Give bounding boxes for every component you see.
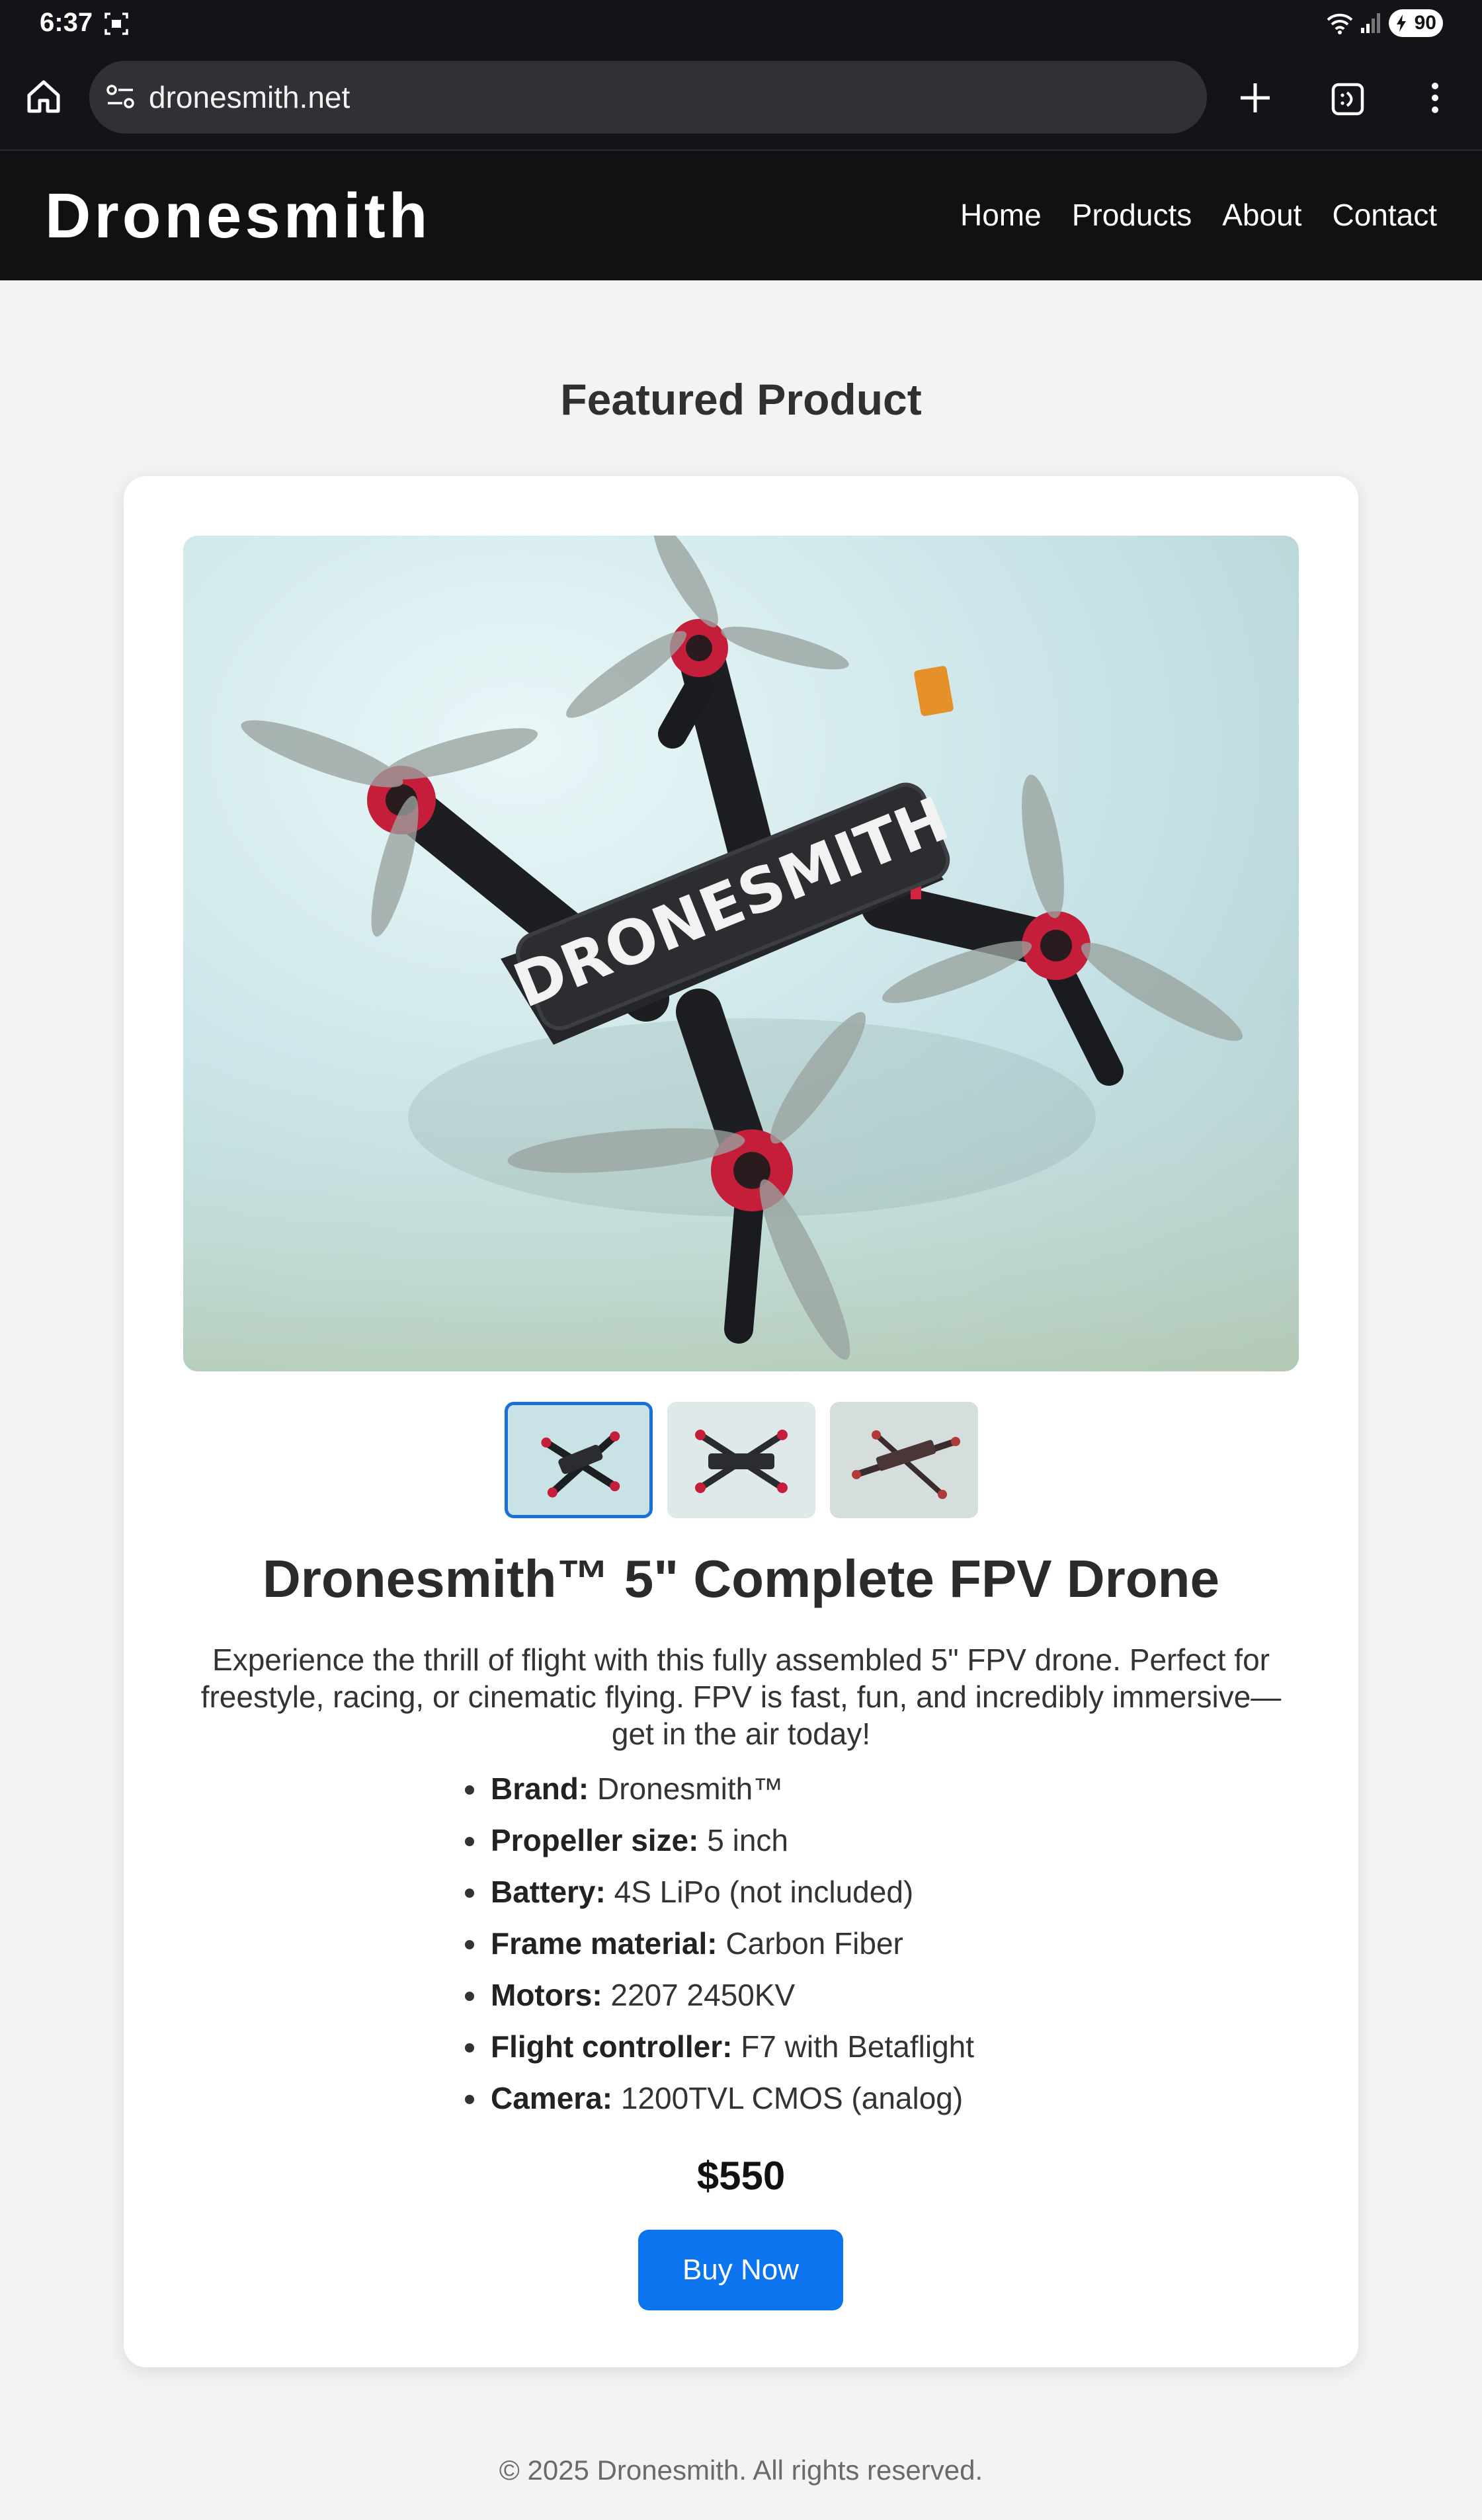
wifi-icon — [1327, 13, 1353, 34]
address-bar[interactable]: dronesmith.net — [89, 61, 1207, 134]
spec-value: Carbon Fiber — [725, 1926, 903, 1961]
spec-item: Battery: 4S LiPo (not included) — [488, 1866, 974, 1918]
battery-indicator: 90 — [1389, 9, 1443, 37]
charging-icon — [1397, 15, 1406, 32]
nav-contact[interactable]: Contact — [1332, 197, 1437, 233]
status-time: 6:37 — [40, 8, 93, 37]
spec-value: 4S LiPo (not included) — [614, 1875, 914, 1909]
product-card: DRONESMITH Dronesmith™ 5" Complete FPV D… — [124, 476, 1358, 2367]
buy-now-button[interactable]: Buy Now — [638, 2230, 843, 2310]
spec-list: Brand: Dronesmith™ Propeller size: 5 inc… — [456, 1763, 974, 2124]
spec-label: Frame material: — [491, 1926, 718, 1961]
signal-icon — [1361, 13, 1380, 33]
section-title: Featured Product — [560, 375, 922, 424]
spec-value: Dronesmith™ — [597, 1771, 784, 1806]
spec-value: 5 inch — [707, 1823, 788, 1857]
spec-item: Brand: Dronesmith™ — [488, 1763, 974, 1814]
spec-value: F7 with Betaflight — [741, 2029, 975, 2064]
product-title: Dronesmith™ 5" Complete FPV Drone — [262, 1549, 1220, 1608]
product-main-image[interactable]: DRONESMITH — [183, 536, 1299, 1371]
spec-label: Motors: — [491, 1978, 602, 2012]
home-icon[interactable] — [24, 77, 63, 116]
thumbnail-1[interactable] — [504, 1402, 653, 1518]
spec-item: Propeller size: 5 inch — [488, 1814, 974, 1866]
spec-label: Brand: — [491, 1771, 589, 1806]
spec-item: Motors: 2207 2450KV — [488, 1969, 974, 2021]
screenshot-icon — [104, 13, 128, 35]
spec-item: Flight controller: F7 with Betaflight — [488, 2021, 974, 2072]
thumbnail-strip — [124, 1402, 1358, 1518]
nav-home[interactable]: Home — [960, 197, 1042, 233]
thumbnail-2[interactable] — [667, 1402, 815, 1518]
spec-label: Camera: — [491, 2081, 613, 2115]
site-info-icon[interactable] — [104, 81, 137, 114]
spec-label: Propeller size: — [491, 1823, 699, 1857]
product-price: $550 — [696, 2154, 786, 2198]
spec-label: Battery: — [491, 1875, 606, 1909]
site-logo[interactable]: Dronesmith — [45, 180, 431, 253]
browser-toolbar: dronesmith.net — [0, 48, 1482, 151]
new-tab-icon[interactable] — [1234, 77, 1276, 119]
battery-level: 90 — [1414, 12, 1436, 34]
product-description: Experience the thrill of flight with thi… — [200, 1643, 1282, 1751]
spec-value: 2207 2450KV — [610, 1978, 796, 2012]
nav-about[interactable]: About — [1222, 197, 1301, 233]
nav-products[interactable]: Products — [1072, 197, 1192, 233]
more-menu-icon[interactable] — [1422, 77, 1448, 119]
site-header: Dronesmith Home Products About Contact — [0, 151, 1482, 280]
url-text: dronesmith.net — [149, 80, 350, 114]
spec-item: Camera: 1200TVL CMOS (analog) — [488, 2072, 974, 2124]
status-bar: 6:37 90 — [0, 0, 1482, 48]
spec-item: Frame material: Carbon Fiber — [488, 1918, 974, 1969]
spec-label: Flight controller: — [491, 2029, 733, 2064]
main-nav: Home Products About Contact — [960, 197, 1437, 233]
spec-value: 1200TVL CMOS (analog) — [620, 2081, 964, 2115]
tab-switcher-icon[interactable] — [1329, 81, 1366, 118]
footer-copyright: © 2025 Dronesmith. All rights reserved. — [499, 2455, 983, 2486]
thumbnail-3[interactable] — [829, 1402, 978, 1518]
